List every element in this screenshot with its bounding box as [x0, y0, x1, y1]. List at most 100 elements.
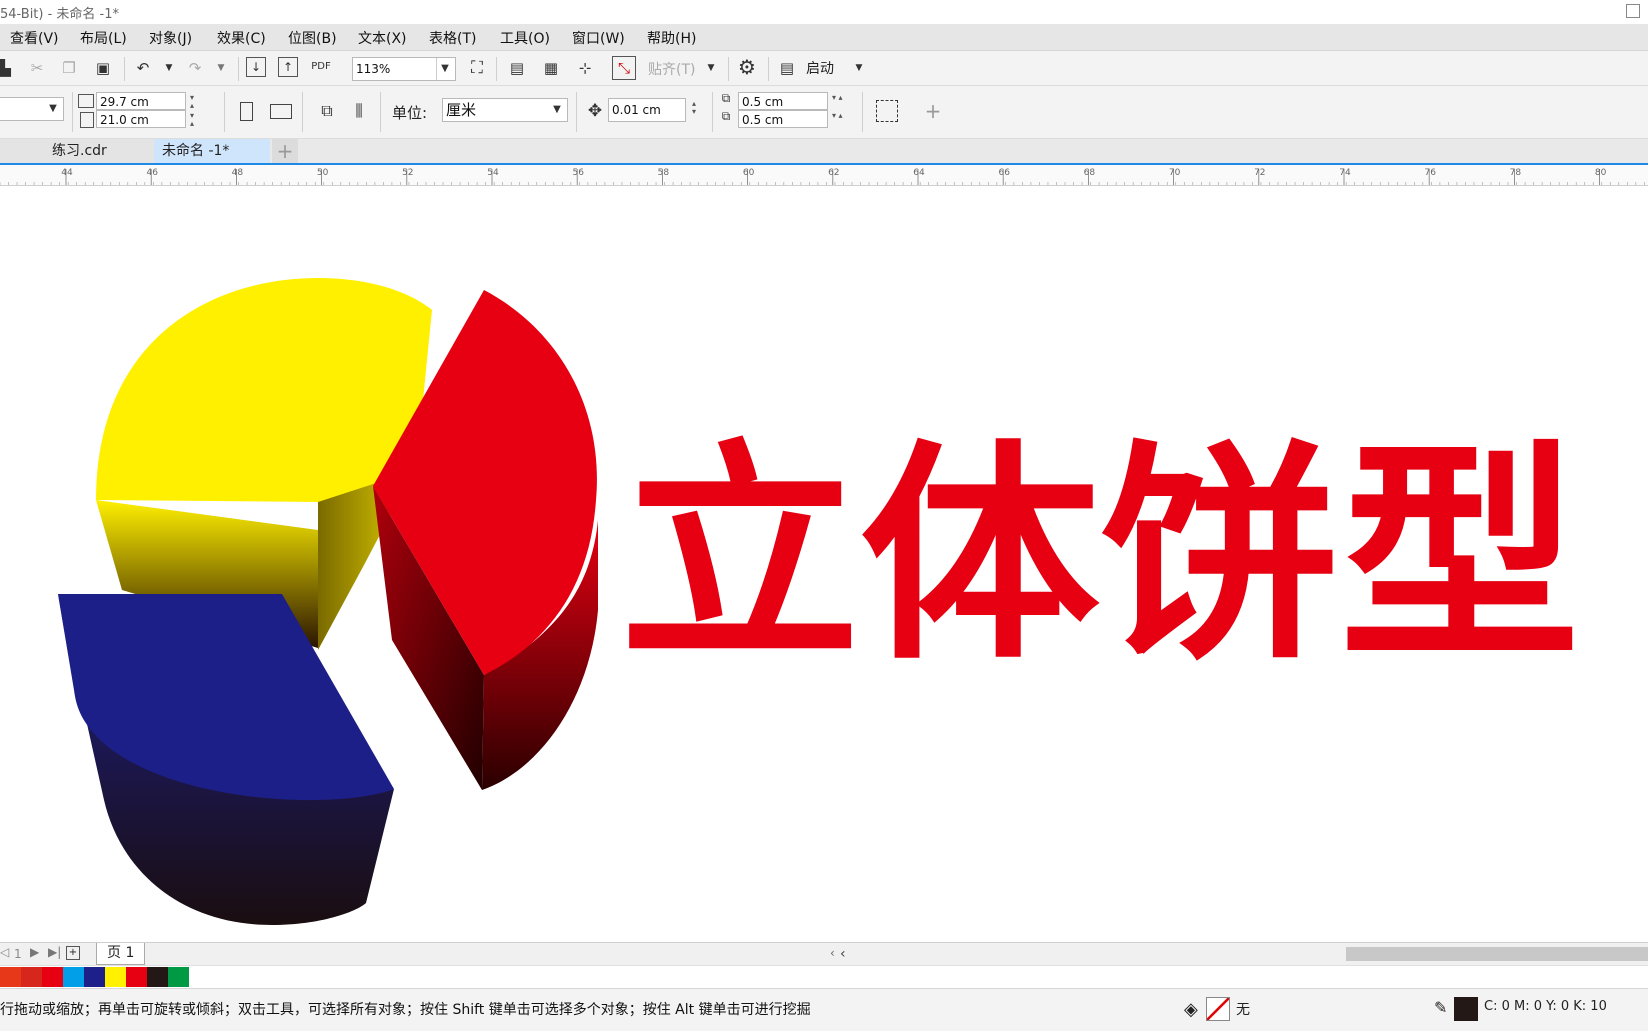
prev-page-icon[interactable]: ◁ [0, 945, 9, 959]
menu-text[interactable]: 文本(X) [358, 28, 407, 48]
restore-icon[interactable] [1626, 4, 1640, 18]
copy-icon[interactable]: ❐ [58, 57, 80, 79]
headline-text[interactable]: 立体饼型 [620, 421, 1580, 691]
palette-swatch[interactable] [42, 967, 63, 987]
horizontal-scrollbar[interactable]: ‹ [840, 942, 1648, 965]
ruler-tick-label: 44 [61, 168, 73, 178]
ruler-tick-label: 54 [487, 168, 499, 178]
redo-icon[interactable]: ↷ [184, 57, 206, 79]
paste-icon[interactable]: ▣ [92, 57, 114, 79]
launch-label[interactable]: 启动 [806, 58, 834, 78]
separator [380, 92, 381, 132]
zoom-combo[interactable]: 113% ▼ [352, 57, 456, 81]
portrait-icon[interactable] [240, 102, 253, 121]
export-icon[interactable]: ↑ [278, 57, 298, 77]
gear-icon[interactable]: ⚙ [736, 55, 758, 79]
page-width-input[interactable]: 29.7 cm [96, 92, 186, 110]
import-icon[interactable]: ↓ [246, 57, 266, 77]
separator [238, 57, 239, 81]
page-border-icon[interactable] [876, 100, 898, 122]
pen-icon[interactable]: ✎ [1434, 998, 1447, 1017]
page-height-input[interactable]: 21.0 cm [96, 110, 186, 128]
add-icon[interactable]: + [922, 99, 944, 123]
fill-icon[interactable]: ◈ [1184, 999, 1198, 1020]
spin-icon[interactable]: ▾ ▴ [832, 94, 843, 102]
chevron-down-icon[interactable]: ▼ [848, 57, 870, 79]
drawing-canvas[interactable]: 立体饼型 [0, 186, 1648, 942]
palette-swatch[interactable] [0, 967, 21, 987]
chevron-down-icon[interactable]: ▼ [436, 58, 453, 80]
scroll-thumb[interactable] [1346, 947, 1648, 961]
separator [768, 57, 769, 81]
spin-icon[interactable]: ▴ ▾ [692, 100, 696, 116]
launch-icon[interactable]: ▤ [776, 57, 798, 79]
menu-table[interactable]: 表格(T) [429, 28, 476, 48]
pie-slice-blue[interactable] [58, 594, 394, 925]
no-fill-swatch[interactable] [1206, 997, 1230, 1021]
save-icon[interactable]: ▙ [0, 57, 16, 79]
menu-help[interactable]: 帮助(H) [647, 28, 696, 48]
tab-label: 练习.cdr [52, 143, 107, 159]
chevron-down-icon[interactable]: ▼ [210, 57, 232, 79]
menu-view[interactable]: 查看(V) [10, 28, 59, 48]
next-page-icon[interactable]: ▶ [30, 945, 39, 959]
palette-swatch[interactable] [147, 967, 168, 987]
undo-icon[interactable]: ↶ [132, 57, 154, 79]
chevron-left-icon[interactable]: ‹ [830, 946, 835, 960]
chevron-down-icon[interactable]: ▼ [158, 57, 180, 79]
palette-swatch[interactable] [63, 967, 84, 987]
guidelines-icon[interactable]: ⊹ [574, 57, 596, 79]
artwork: 立体饼型 [58, 278, 1580, 925]
chevron-down-icon[interactable]: ▼ [700, 57, 722, 79]
outline-color-swatch[interactable] [1454, 997, 1478, 1021]
tab-practice[interactable]: 练习.cdr [0, 139, 154, 163]
cut-icon[interactable]: ✂ [26, 57, 48, 79]
grid-icon[interactable]: ▦ [540, 57, 562, 79]
chevron-down-icon[interactable]: ▼ [45, 98, 61, 120]
add-page-icon[interactable]: + [66, 946, 80, 960]
all-pages-icon[interactable]: ⧉ [316, 100, 338, 122]
zoom-page-icon[interactable]: ⛶ [466, 57, 488, 79]
duplicate-y-value: 0.5 cm [742, 113, 784, 127]
duplicate-y-input[interactable]: 0.5 cm [738, 110, 828, 128]
unit-value: 厘米 [446, 101, 477, 119]
chevron-down-icon[interactable]: ▼ [549, 99, 565, 121]
palette-swatch[interactable] [168, 967, 189, 987]
ruler-tick-label: 64 [913, 168, 925, 178]
menu-bitmaps[interactable]: 位图(B) [288, 28, 337, 48]
pdf-icon[interactable]: PDF [310, 55, 332, 77]
menu-layout[interactable]: 布局(L) [80, 28, 127, 48]
snap-off-icon[interactable]: ⤡ [612, 56, 636, 80]
spin-icon[interactable]: ▾ ▴ [190, 94, 194, 110]
zoom-value: 113% [356, 62, 391, 76]
spin-icon[interactable]: ▾ ▴ [832, 112, 843, 120]
current-page-icon[interactable]: ⫼ [348, 100, 370, 122]
palette-swatch[interactable] [84, 967, 105, 987]
nudge-input[interactable]: 0.01 cm [608, 98, 686, 122]
paper-type-combo[interactable]: ▼ [0, 97, 64, 121]
page-height-icon [80, 112, 94, 128]
menu-object[interactable]: 对象(J) [149, 28, 192, 48]
chevron-left-icon[interactable]: ‹ [840, 946, 846, 962]
landscape-icon[interactable] [270, 104, 292, 119]
menu-effects[interactable]: 效果(C) [217, 28, 266, 48]
page-tab[interactable]: 页 1 [96, 943, 146, 965]
last-page-icon[interactable]: ▶| [48, 945, 61, 959]
rulers-icon[interactable]: ▤ [506, 57, 528, 79]
tab-untitled[interactable]: 未命名 -1* [154, 139, 270, 163]
spin-icon[interactable]: ▾ ▴ [190, 112, 194, 128]
ruler-tick-label: 56 [572, 168, 584, 178]
horizontal-ruler[interactable]: 44 46 48 50 52 54 56 58 60 62 64 66 68 70 72 74 76 78 80 [0, 165, 1648, 186]
unit-combo[interactable]: 厘米 ▼ [442, 98, 568, 122]
palette-swatch[interactable] [105, 967, 126, 987]
menu-tools[interactable]: 工具(O) [500, 28, 550, 48]
new-tab-icon[interactable]: + [272, 139, 298, 163]
duplicate-x-input[interactable]: 0.5 cm [738, 92, 828, 110]
snap-to-label[interactable]: 贴齐(T) [648, 59, 695, 79]
palette-swatch[interactable] [126, 967, 147, 987]
separator [576, 92, 577, 132]
duplicate-x-value: 0.5 cm [742, 95, 784, 109]
palette-swatch[interactable] [21, 967, 42, 987]
pdf-label: PDF [311, 60, 331, 72]
menu-window[interactable]: 窗口(W) [572, 28, 625, 48]
